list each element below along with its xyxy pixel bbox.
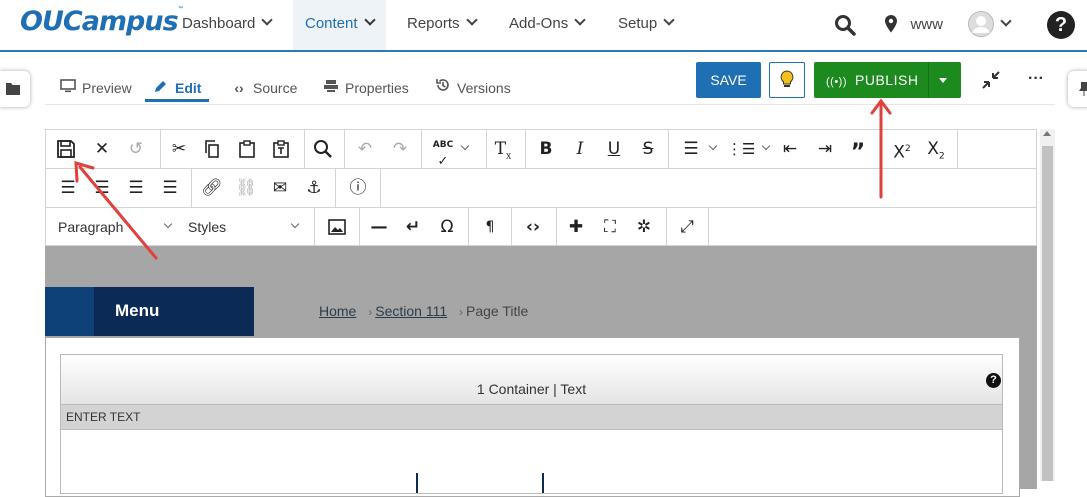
annotation-arrow-save <box>78 165 158 260</box>
annotation-arrows <box>74 98 892 260</box>
